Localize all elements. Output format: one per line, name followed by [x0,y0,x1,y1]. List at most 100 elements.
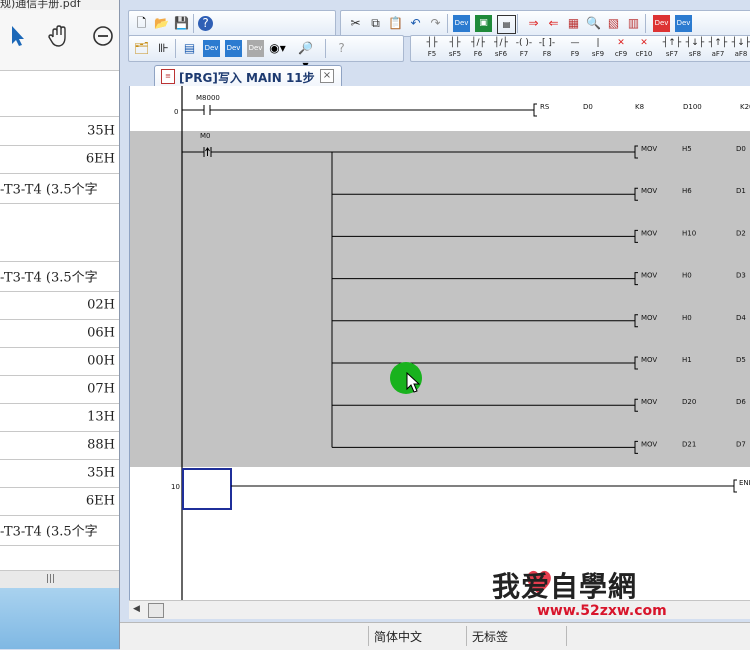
verify-icon[interactable]: ▦ [565,15,582,32]
ladder-key-sf6[interactable]: ┤/├ sF6 [490,36,512,61]
select-arrow-icon[interactable] [4,23,30,49]
function-key-label: F9 [570,50,580,58]
device-usage-icon[interactable]: Dev [247,40,264,57]
context-help-icon[interactable]: ? [333,40,350,57]
instruction-op: MOV [641,314,657,322]
hand-icon[interactable] [46,23,72,49]
pdf-table-row: 35H [0,459,119,488]
instruction-op: MOV [641,187,657,195]
scroll-thumb[interactable] [148,603,164,618]
ladder-key-sf8[interactable]: ┤↓├ sF8 [684,36,706,61]
redo-icon[interactable]: ↷ [427,15,444,32]
ladder-key-sf7[interactable]: ┤↑├ sF7 [661,36,683,61]
function-key-label: cF10 [635,50,653,58]
ladder-view-icon[interactable]: ⊪ [155,40,172,57]
ladder-symbol-icon: -[ ]- [538,38,556,48]
edit-cursor-box [182,468,232,510]
rung-step-number: 0 [174,108,178,116]
zoom-out-icon[interactable] [90,23,116,49]
ladder-key-cf10[interactable]: ✕ cF10 [633,36,655,61]
function-key-label: F8 [542,50,552,58]
ladder-symbol-icon: ✕ [640,38,648,48]
instruction-arg: D4 [736,314,746,322]
ladder-key-af7[interactable]: ┤↑├ aF7 [707,36,729,61]
monitor-icon[interactable]: ▣ [475,15,492,32]
ladder-key-f6[interactable]: ┤/├ F6 [467,36,489,61]
instruction-arg: K20 [740,103,750,111]
ladder-key-f7[interactable]: -( )- F7 [513,36,535,61]
paste-icon[interactable]: 📋 [387,15,404,32]
pdf-table-cell: 6EH [85,151,115,167]
ladder-symbol-icon: ┤/├ [471,38,485,48]
device-search-icon[interactable]: Dev [453,15,470,32]
help-icon[interactable]: ? [198,16,213,31]
new-file-icon[interactable]: 🗋 [133,15,150,32]
instruction-bracket [533,103,537,117]
pdf-table-cell: 02H [87,297,115,313]
pdf-table-row: 88H [0,431,119,460]
tab-prg-main[interactable]: ≡ [PRG]写入 MAIN 11步 × [154,65,342,87]
entry-monitor-icon[interactable]: ▥ [625,15,642,32]
pdf-table-row: 6EH [0,487,119,516]
ladder-key-cf9[interactable]: ✕ cF9 [610,36,632,61]
scroll-left-icon[interactable]: ◀ [133,604,140,614]
ladder-symbol-icon: ┤↑├ [708,38,728,48]
instruction-op: RS [540,103,550,111]
device-memory-icon[interactable]: Dev [203,40,220,57]
ladder-key-f9[interactable]: — F9 [564,36,586,61]
close-icon[interactable]: × [320,69,334,83]
instruction-arg: D20 [682,398,696,406]
ladder-key-sf5[interactable]: ┤├ sF5 [444,36,466,61]
instruction-op: MOV [641,356,657,364]
tab-label: [PRG]写入 MAIN 11步 [179,71,315,85]
watermark-title: 我爱自學網 [492,570,638,603]
status-bar: 简体中文 无标签 [120,622,750,650]
write-plc-icon[interactable]: ⇒ [525,15,542,32]
pdf-table-row: 07H [0,375,119,404]
ladder-key-af8[interactable]: ┤↓├ aF8 [730,36,750,61]
instruction-arg: H5 [682,145,692,153]
pdf-table-cell: 6EH [85,493,115,509]
copy-icon[interactable]: ⧉ [367,15,384,32]
undo-icon[interactable]: ↶ [407,15,424,32]
find-replace-icon[interactable]: ▧ [605,15,622,32]
ladder-symbol-icon: ┤├ [449,38,461,48]
read-plc-icon[interactable]: ⇐ [545,15,562,32]
device-comment-icon[interactable]: Dev [225,40,242,57]
pdf-horizontal-scrollbar[interactable]: ||| [0,570,119,588]
pdf-table-cell: -T3-T4 (3.5个字 [0,270,98,286]
pdf-table-cell: 07H [87,381,115,397]
ladder-symbol-icon: ┤↓├ [731,38,750,48]
standard-toolbar: 🗋 📂 💾 ? [128,10,336,37]
pdf-table-cell: 35H [87,465,115,481]
pdf-table-row: 35H [0,116,119,146]
device-batch-icon[interactable]: Dev [675,15,692,32]
pdf-table-row: 00H [0,347,119,376]
save-icon[interactable]: 💾 [173,15,190,32]
project-tree-icon[interactable]: 🗂 [133,40,150,57]
zoom-dropdown-icon[interactable]: 🔎▾ [297,40,314,72]
ladder-key-f8[interactable]: -[ ]- F8 [536,36,558,61]
ladder-symbol-icon: ┤↑├ [662,38,682,48]
instruction-arg: H1 [682,356,692,364]
ladder-key-sf9[interactable]: | sF9 [587,36,609,61]
scroll-grip-icon: ||| [46,574,56,584]
ladder-key-f5[interactable]: ┤├ F5 [421,36,443,61]
diagram-icon[interactable]: ▤ [497,15,516,34]
open-file-icon[interactable]: 📂 [153,15,170,32]
contact-label: M0 [200,132,211,140]
find-icon[interactable]: 🔍 [585,15,602,32]
pdf-table-cell: 00H [87,353,115,369]
pdf-table-row: 06H [0,319,119,348]
instruction-arg: H0 [682,272,692,280]
pdf-table-row [0,203,119,262]
function-key-label: aF7 [711,50,725,58]
instruction-op: END [739,479,750,487]
device-test-icon[interactable]: Dev [653,15,670,32]
watch-dropdown-icon[interactable]: ◉▾ [269,40,286,57]
instruction-arg: D1 [736,187,746,195]
cut-icon[interactable]: ✂ [347,15,364,32]
list-view-icon[interactable]: ▤ [181,40,198,57]
ladder-editor[interactable]: 0 M8000 RS D0 K8 D100 K20 M0 MOV H5 D0 MOV H6 D1 MOV H1… [129,86,750,600]
function-key-label: sF8 [688,50,702,58]
